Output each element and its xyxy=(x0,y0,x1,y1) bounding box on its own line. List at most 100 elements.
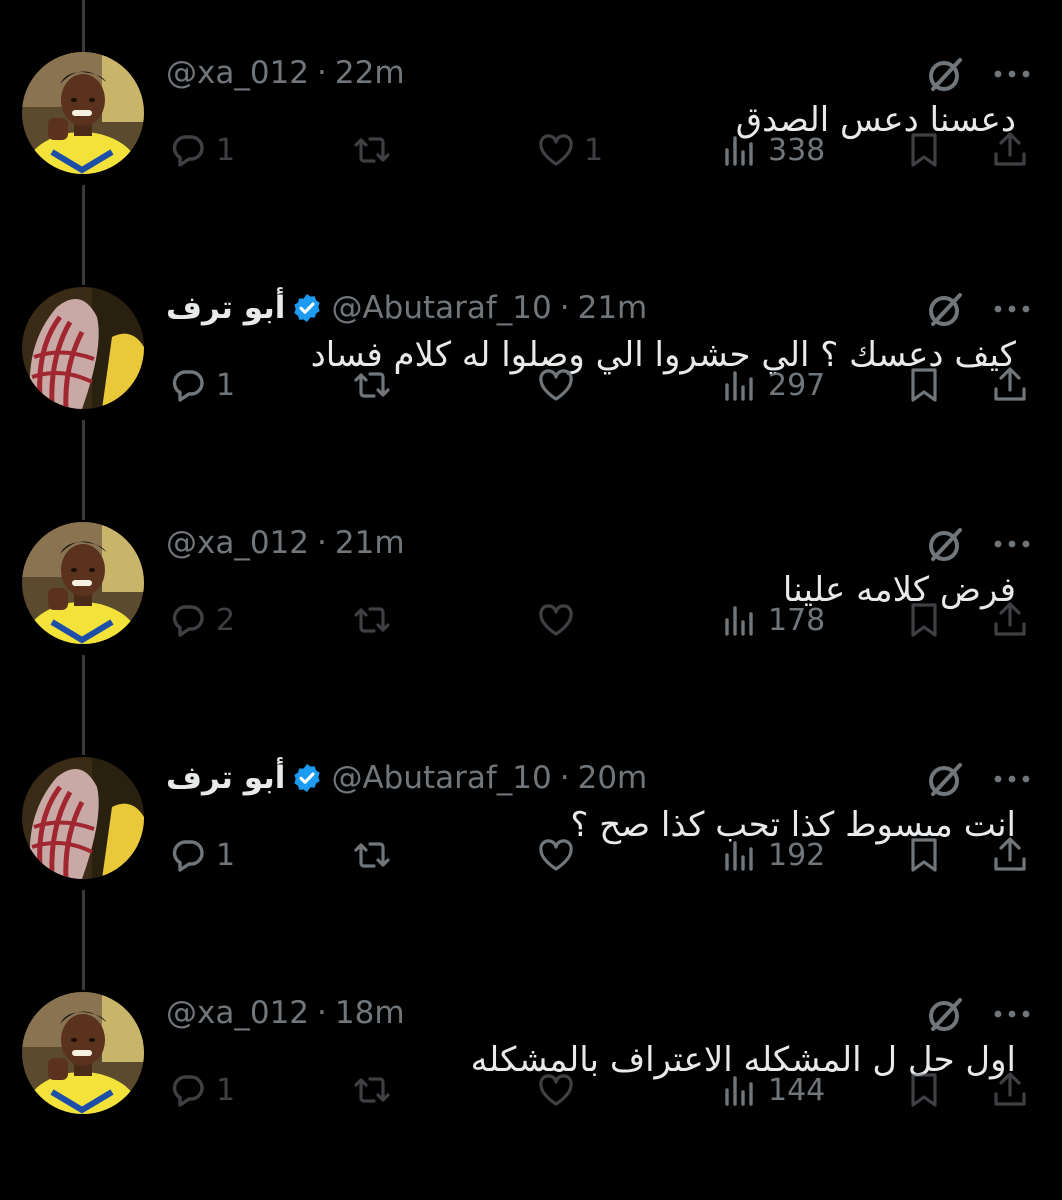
bookmark-button[interactable] xyxy=(904,120,944,180)
views-button[interactable]: 144 xyxy=(720,1060,825,1120)
tweet-actions: 1 192 xyxy=(0,825,1062,885)
views-icon xyxy=(725,841,753,871)
tweet-header: أبو ترف @Abutaraf_10 · 21m xyxy=(166,287,647,329)
grok-icon[interactable] xyxy=(924,524,966,566)
more-icon[interactable] xyxy=(990,761,1034,797)
tweet-4[interactable]: أبو ترف @Abutaraf_10 · 20m انت مبسوط كذا… xyxy=(0,705,1062,940)
grok-icon[interactable] xyxy=(924,289,966,331)
view-count: 178 xyxy=(768,602,826,638)
more-icon[interactable] xyxy=(990,526,1034,562)
views-button[interactable]: 297 xyxy=(720,355,825,415)
like-icon xyxy=(539,134,573,166)
username[interactable]: @xa_012 xyxy=(166,525,309,561)
like-button[interactable] xyxy=(536,1060,584,1120)
separator-dot: · xyxy=(317,995,327,1031)
username[interactable]: @Abutaraf_10 xyxy=(331,760,551,796)
tweet-header: أبو ترف @Abutaraf_10 · 20m xyxy=(166,757,647,799)
timestamp[interactable]: 21m xyxy=(335,525,405,561)
views-button[interactable]: 178 xyxy=(720,590,825,650)
grok-icon[interactable] xyxy=(924,994,966,1036)
verified-badge-icon xyxy=(291,292,323,324)
share-button[interactable] xyxy=(990,1060,1030,1120)
timestamp[interactable]: 22m xyxy=(335,55,405,91)
retweet-button[interactable] xyxy=(352,355,400,415)
retweet-button[interactable] xyxy=(352,590,400,650)
view-count: 338 xyxy=(768,132,826,168)
views-icon xyxy=(725,1076,753,1106)
tweet-actions: 1 144 xyxy=(0,1060,1062,1120)
display-name[interactable]: أبو ترف xyxy=(166,760,285,796)
reply-icon xyxy=(172,605,204,637)
tweet-header: @xa_012 · 18m xyxy=(166,992,405,1034)
tweet-5[interactable]: @xa_012 · 18m اول حل ل المشكله الاعتراف … xyxy=(0,940,1062,1175)
separator-dot: · xyxy=(559,290,570,326)
like-icon xyxy=(539,369,573,401)
retweet-button[interactable] xyxy=(352,1060,400,1120)
reply-count: 2 xyxy=(216,602,236,638)
more-icon[interactable] xyxy=(990,56,1034,92)
display-name[interactable]: أبو ترف xyxy=(166,290,285,326)
reply-button[interactable]: 1 xyxy=(168,825,235,885)
like-button[interactable] xyxy=(536,590,584,650)
view-count: 192 xyxy=(768,837,826,873)
bookmark-icon xyxy=(911,368,937,402)
like-button[interactable] xyxy=(536,355,584,415)
more-icon[interactable] xyxy=(990,996,1034,1032)
bookmark-button[interactable] xyxy=(904,825,944,885)
views-icon xyxy=(725,136,753,166)
timestamp[interactable]: 18m xyxy=(335,995,405,1031)
share-icon xyxy=(994,132,1026,166)
bookmark-icon xyxy=(911,603,937,637)
like-button[interactable]: 1 xyxy=(536,120,603,180)
timestamp[interactable]: 21m xyxy=(578,290,648,326)
like-icon xyxy=(539,1074,573,1106)
views-button[interactable]: 338 xyxy=(720,120,825,180)
more-icon[interactable] xyxy=(990,291,1034,327)
bookmark-button[interactable] xyxy=(904,1060,944,1120)
separator-dot: · xyxy=(317,55,327,91)
separator-dot: · xyxy=(317,525,327,561)
view-count: 144 xyxy=(768,1072,826,1108)
reply-button[interactable]: 1 xyxy=(168,1060,235,1120)
share-icon xyxy=(994,1072,1026,1106)
views-icon xyxy=(725,606,753,636)
reply-button[interactable]: 1 xyxy=(168,355,235,415)
share-icon xyxy=(994,367,1026,401)
like-icon xyxy=(539,604,573,636)
tweet-actions: 2 178 xyxy=(0,590,1062,650)
like-count: 1 xyxy=(584,132,604,168)
reply-icon xyxy=(172,840,204,872)
bookmark-button[interactable] xyxy=(904,590,944,650)
tweet-2[interactable]: أبو ترف @Abutaraf_10 · 21m كيف دعسك ؟ ال… xyxy=(0,235,1062,470)
retweet-icon xyxy=(354,1077,390,1103)
reply-icon xyxy=(172,1075,204,1107)
reply-button[interactable]: 1 xyxy=(168,120,235,180)
view-count: 297 xyxy=(768,367,826,403)
grok-icon[interactable] xyxy=(924,54,966,96)
reply-icon xyxy=(172,370,204,402)
share-button[interactable] xyxy=(990,590,1030,650)
bookmark-icon xyxy=(911,1073,937,1107)
like-button[interactable] xyxy=(536,825,584,885)
username[interactable]: @xa_012 xyxy=(166,995,309,1031)
retweet-icon xyxy=(354,137,390,163)
retweet-button[interactable] xyxy=(352,825,400,885)
tweet-1[interactable]: @xa_012 · 22m دعسنا دعس الصدق 1 1 338 xyxy=(0,0,1062,235)
bookmark-button[interactable] xyxy=(904,355,944,415)
reply-button[interactable]: 2 xyxy=(168,590,235,650)
grok-icon[interactable] xyxy=(924,759,966,801)
share-icon xyxy=(994,602,1026,636)
timestamp[interactable]: 20m xyxy=(578,760,648,796)
reply-count: 1 xyxy=(216,1072,236,1108)
verified-badge-icon xyxy=(291,762,323,794)
views-button[interactable]: 192 xyxy=(720,825,825,885)
username[interactable]: @xa_012 xyxy=(166,55,309,91)
share-button[interactable] xyxy=(990,355,1030,415)
username[interactable]: @Abutaraf_10 xyxy=(331,290,551,326)
share-button[interactable] xyxy=(990,825,1030,885)
retweet-icon xyxy=(354,372,390,398)
tweet-3[interactable]: @xa_012 · 21m فرض كلامه علينا 2 178 xyxy=(0,470,1062,705)
retweet-button[interactable] xyxy=(352,120,400,180)
share-button[interactable] xyxy=(990,120,1030,180)
tweet-header: @xa_012 · 22m xyxy=(166,52,405,94)
